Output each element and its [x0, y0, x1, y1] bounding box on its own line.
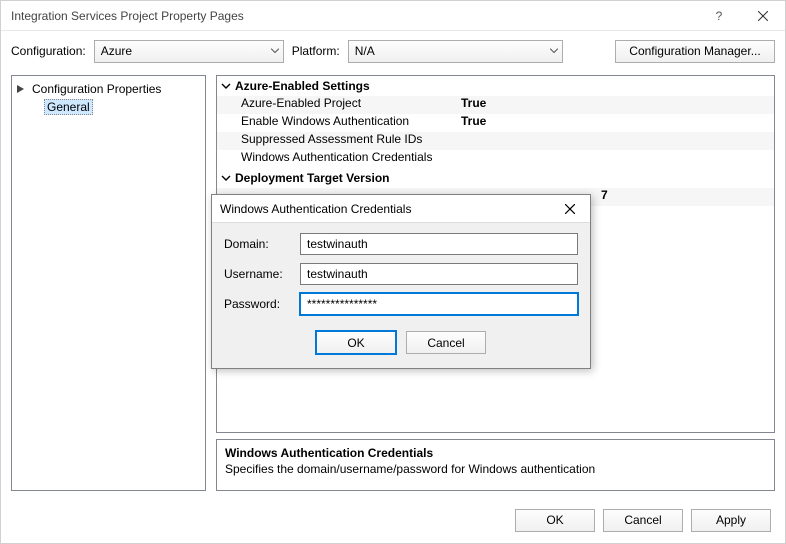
chevron-down-icon: [221, 173, 235, 183]
password-input[interactable]: [300, 293, 578, 315]
password-label: Password:: [224, 297, 294, 311]
modal-cancel-button[interactable]: Cancel: [406, 331, 486, 354]
cancel-button[interactable]: Cancel: [603, 509, 683, 532]
modal-cancel-label: Cancel: [427, 336, 464, 350]
domain-input[interactable]: [300, 233, 578, 255]
credentials-dialog: Windows Authentication Credentials Domai…: [211, 194, 591, 369]
titlebar: Integration Services Project Property Pa…: [1, 1, 785, 31]
dialog-footer: OK Cancel Apply: [1, 497, 785, 543]
grid-row[interactable]: Windows Authentication Credentials: [217, 150, 774, 168]
section-title: Deployment Target Version: [235, 171, 389, 185]
grid-key: Azure-Enabled Project: [217, 96, 457, 114]
tree-label-root: Configuration Properties: [30, 82, 163, 96]
apply-button[interactable]: Apply: [691, 509, 771, 532]
description-text: Specifies the domain/username/password f…: [225, 462, 766, 476]
configuration-combo[interactable]: Azure: [94, 40, 284, 63]
modal-body: Domain: Username: Password: OK Cancel: [212, 223, 590, 368]
username-input[interactable]: [300, 263, 578, 285]
modal-title: Windows Authentication Credentials: [220, 202, 558, 216]
tree-label-general: General: [44, 99, 93, 115]
platform-value: N/A: [355, 44, 375, 58]
tree-item-general[interactable]: General: [12, 98, 205, 116]
domain-row: Domain:: [224, 233, 578, 255]
chevron-down-icon: [221, 81, 235, 91]
configuration-manager-label: Configuration Manager...: [629, 44, 760, 58]
chevron-down-icon: [271, 49, 279, 54]
grid-key: Windows Authentication Credentials: [217, 150, 457, 168]
domain-label: Domain:: [224, 237, 294, 251]
modal-close-button[interactable]: [558, 199, 582, 219]
username-row: Username:: [224, 263, 578, 285]
password-row: Password:: [224, 293, 578, 315]
modal-ok-button[interactable]: OK: [316, 331, 396, 354]
grid-value-peek: 7: [597, 188, 608, 202]
nav-tree[interactable]: Configuration Properties General: [11, 75, 206, 491]
modal-buttons: OK Cancel: [224, 331, 578, 354]
grid-value: [457, 132, 774, 150]
grid-key: Suppressed Assessment Rule IDs: [217, 132, 457, 150]
grid-row[interactable]: Azure-Enabled ProjectTrue: [217, 96, 774, 114]
grid-row[interactable]: Enable Windows AuthenticationTrue: [217, 114, 774, 132]
window-title: Integration Services Project Property Pa…: [11, 9, 697, 23]
grid-value: [457, 150, 774, 168]
description-panel: Windows Authentication Credentials Speci…: [216, 439, 775, 491]
help-button[interactable]: ?: [697, 1, 741, 31]
section-azure-settings[interactable]: Azure-Enabled Settings: [217, 76, 774, 96]
platform-combo[interactable]: N/A: [348, 40, 563, 63]
platform-label: Platform:: [292, 44, 340, 58]
config-bar: Configuration: Azure Platform: N/A Confi…: [1, 31, 785, 71]
tree-item-config-props[interactable]: Configuration Properties: [12, 80, 205, 98]
section-title: Azure-Enabled Settings: [235, 79, 370, 93]
ok-button[interactable]: OK: [515, 509, 595, 532]
configuration-value: Azure: [101, 44, 132, 58]
help-icon: ?: [716, 9, 723, 23]
expander-open-icon: [16, 84, 26, 94]
close-icon: [565, 204, 575, 214]
section-deployment-target[interactable]: Deployment Target Version: [217, 168, 774, 188]
grid-value: True: [457, 96, 774, 114]
grid-value: True: [457, 114, 774, 132]
apply-label: Apply: [716, 513, 746, 527]
close-button[interactable]: [741, 1, 785, 31]
close-icon: [758, 11, 768, 21]
chevron-down-icon: [550, 49, 558, 54]
modal-ok-label: OK: [347, 336, 364, 350]
grid-row[interactable]: Suppressed Assessment Rule IDs: [217, 132, 774, 150]
grid-key: Enable Windows Authentication: [217, 114, 457, 132]
configuration-label: Configuration:: [11, 44, 86, 58]
description-title: Windows Authentication Credentials: [225, 446, 766, 460]
username-label: Username:: [224, 267, 294, 281]
property-pages-window: Integration Services Project Property Pa…: [0, 0, 786, 544]
modal-titlebar: Windows Authentication Credentials: [212, 195, 590, 223]
cancel-label: Cancel: [624, 513, 661, 527]
configuration-manager-button[interactable]: Configuration Manager...: [615, 40, 775, 63]
ok-label: OK: [546, 513, 563, 527]
